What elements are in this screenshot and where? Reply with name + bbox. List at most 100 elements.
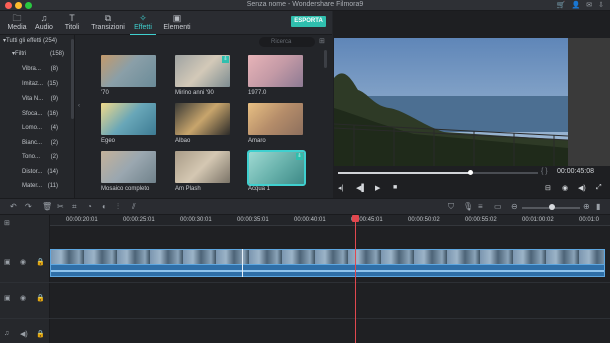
playhead-handle[interactable]: [352, 215, 359, 222]
tree-item[interactable]: Vibra... (8): [22, 64, 62, 75]
export-button[interactable]: ESPORTA: [291, 16, 326, 27]
previous-frame-icon[interactable]: ◂|: [338, 184, 343, 192]
timeline-ruler[interactable]: 00:00:20:01 00:00:25:01 00:00:30:01 00:0…: [50, 215, 610, 226]
audio-waveform: [51, 270, 604, 272]
add-track-icon[interactable]: ⊞: [4, 219, 10, 227]
tree-item-all-effects[interactable]: ▾Tutti gli effetti (254): [3, 36, 69, 47]
clip-split-marker: [242, 249, 243, 277]
volume-icon[interactable]: ◀): [578, 184, 586, 192]
tree-item-filters[interactable]: ▾Filtri (158): [12, 49, 68, 60]
tree-item[interactable]: Bianc... (2): [22, 138, 62, 149]
effect-label: Am Plash: [175, 186, 201, 192]
effect-thumbnail[interactable]: ⇩: [175, 55, 230, 87]
effect-thumbnail[interactable]: [101, 151, 156, 183]
ruler-tick: 00:00:55:02: [465, 217, 497, 223]
zoom-out-icon[interactable]: ⊖: [511, 202, 518, 211]
account-icon[interactable]: 👤: [572, 1, 581, 9]
snapshot-icon[interactable]: ◉: [562, 184, 568, 192]
tree-item[interactable]: Lomo... (4): [22, 123, 62, 134]
render-icon[interactable]: ⊟: [545, 184, 551, 192]
play-icon[interactable]: ▶: [375, 184, 380, 192]
text-icon: T: [69, 13, 75, 23]
download-icon[interactable]: ⇩: [222, 56, 229, 63]
effect-thumbnail[interactable]: [101, 55, 156, 87]
lock-icon[interactable]: 🔒: [36, 258, 45, 266]
lock-icon[interactable]: 🔒: [36, 330, 45, 338]
tab-transitions[interactable]: ⧉ Transizioni: [89, 13, 127, 33]
cart-icon[interactable]: 🛒: [557, 1, 566, 9]
tree-item[interactable]: Sfoca... (16): [22, 109, 62, 120]
effect-label: Acqua 1: [248, 186, 271, 192]
audio-adjust-icon[interactable]: ⫶: [117, 202, 119, 212]
effect-thumbnail-selected[interactable]: ⇩: [247, 150, 306, 186]
effects-scrollbar[interactable]: [324, 50, 327, 68]
preview-progress-bar[interactable]: [338, 170, 538, 175]
tree-item[interactable]: Mater... (11): [22, 181, 62, 192]
video-track-icon: ▣: [4, 295, 11, 302]
effect-label: Mosaico completo: [101, 186, 150, 192]
progress-knob[interactable]: [468, 170, 473, 175]
caption-icon[interactable]: ▭: [494, 202, 502, 211]
tree-item[interactable]: Vita N... (9): [22, 94, 62, 105]
effect-thumbnail[interactable]: [101, 103, 156, 135]
tab-elements[interactable]: ▣ Elementi: [159, 13, 195, 33]
shield-icon[interactable]: ⛉: [448, 202, 454, 212]
video-preview-edge: [568, 38, 610, 166]
stop-icon[interactable]: ■: [393, 184, 397, 191]
video-track-icon: ▣: [4, 259, 11, 266]
effect-thumbnail[interactable]: [175, 151, 230, 183]
mixer-icon[interactable]: ≡: [478, 202, 483, 211]
lock-icon[interactable]: 🔒: [36, 294, 45, 302]
ruler-tick: 00:00:25:01: [123, 217, 155, 223]
visibility-eye-icon[interactable]: ◉: [20, 294, 26, 302]
effect-thumbnail[interactable]: [248, 55, 303, 87]
ruler-tick: 00:00:30:01: [180, 217, 212, 223]
effect-label: 1977.0: [248, 90, 267, 96]
timeline-settings-icon[interactable]: ▮: [596, 202, 600, 211]
effect-label: Mirino anni '90: [175, 90, 214, 96]
redo-icon[interactable]: ↷: [25, 202, 32, 211]
effect-thumbnail[interactable]: [175, 103, 230, 135]
progress-fill: [338, 172, 470, 174]
microphone-icon[interactable]: 🎙: [463, 202, 473, 211]
library-tabs: 🗀 Media ♫ Audio T Titoli ⧉ Transizioni ✧ Effe…: [0, 11, 332, 36]
collapse-panel-icon[interactable]: ‹: [78, 103, 80, 109]
fullscreen-icon[interactable]: ⤢: [596, 184, 602, 192]
tab-titles[interactable]: T Titoli: [55, 13, 89, 33]
grid-view-icon[interactable]: ⊞: [319, 38, 327, 46]
speed-icon[interactable]: ◔: [87, 202, 92, 211]
download-icon[interactable]: ⇩: [296, 153, 303, 160]
notification-icon[interactable]: ✉: [586, 1, 592, 9]
window-title: Senza nome - Wondershare Filmora9: [246, 1, 364, 8]
tree-scrollbar[interactable]: [71, 39, 74, 119]
zoom-slider-knob[interactable]: [549, 204, 555, 210]
crop-icon[interactable]: ⌗: [72, 202, 77, 212]
video-frame: [334, 38, 568, 166]
cut-icon[interactable]: ✂: [57, 202, 64, 211]
effects-category-tree: ▾Tutti gli effetti (254) ▾Filtri (158) Vi…: [0, 35, 75, 198]
search-input[interactable]: Ricerca: [259, 37, 315, 47]
visibility-eye-icon[interactable]: ◉: [20, 258, 26, 266]
delete-icon[interactable]: 🗑: [42, 202, 52, 211]
zoom-in-icon[interactable]: ⊕: [583, 202, 590, 211]
image-icon: ▣: [172, 13, 182, 23]
playhead-line[interactable]: [355, 219, 356, 343]
timeline-tracks[interactable]: [50, 226, 610, 343]
download-icon[interactable]: ⇩: [598, 1, 604, 9]
split-screen-icon[interactable]: ⫽: [132, 202, 136, 212]
ruler-tick: 00:00:20:01: [66, 217, 98, 223]
undo-icon[interactable]: ↶: [10, 202, 17, 211]
effect-label: Amaro: [248, 138, 266, 144]
mute-icon[interactable]: ◀): [20, 330, 28, 338]
mark-in-out-icon[interactable]: { }: [541, 168, 548, 175]
tree-item[interactable]: Tono... (2): [22, 152, 62, 163]
effect-thumbnail[interactable]: [248, 103, 303, 135]
tree-item[interactable]: Imitaz... (15): [22, 79, 62, 90]
audio-clip[interactable]: [50, 265, 605, 277]
timeline-toolbar: ↶ ↷ 🗑 ✂ ⌗ ◔ ◐ ⫶ ⫽ ⛉ 🎙 ≡ ▭ ⊖ ⊕ ▮: [0, 198, 610, 215]
tab-effects[interactable]: ✧ Effetti: [126, 13, 160, 36]
step-back-icon[interactable]: ◀▌: [356, 184, 366, 192]
color-icon[interactable]: ◐: [102, 202, 107, 211]
video-clip[interactable]: [50, 249, 605, 265]
tree-item[interactable]: Distor... (14): [22, 167, 62, 178]
